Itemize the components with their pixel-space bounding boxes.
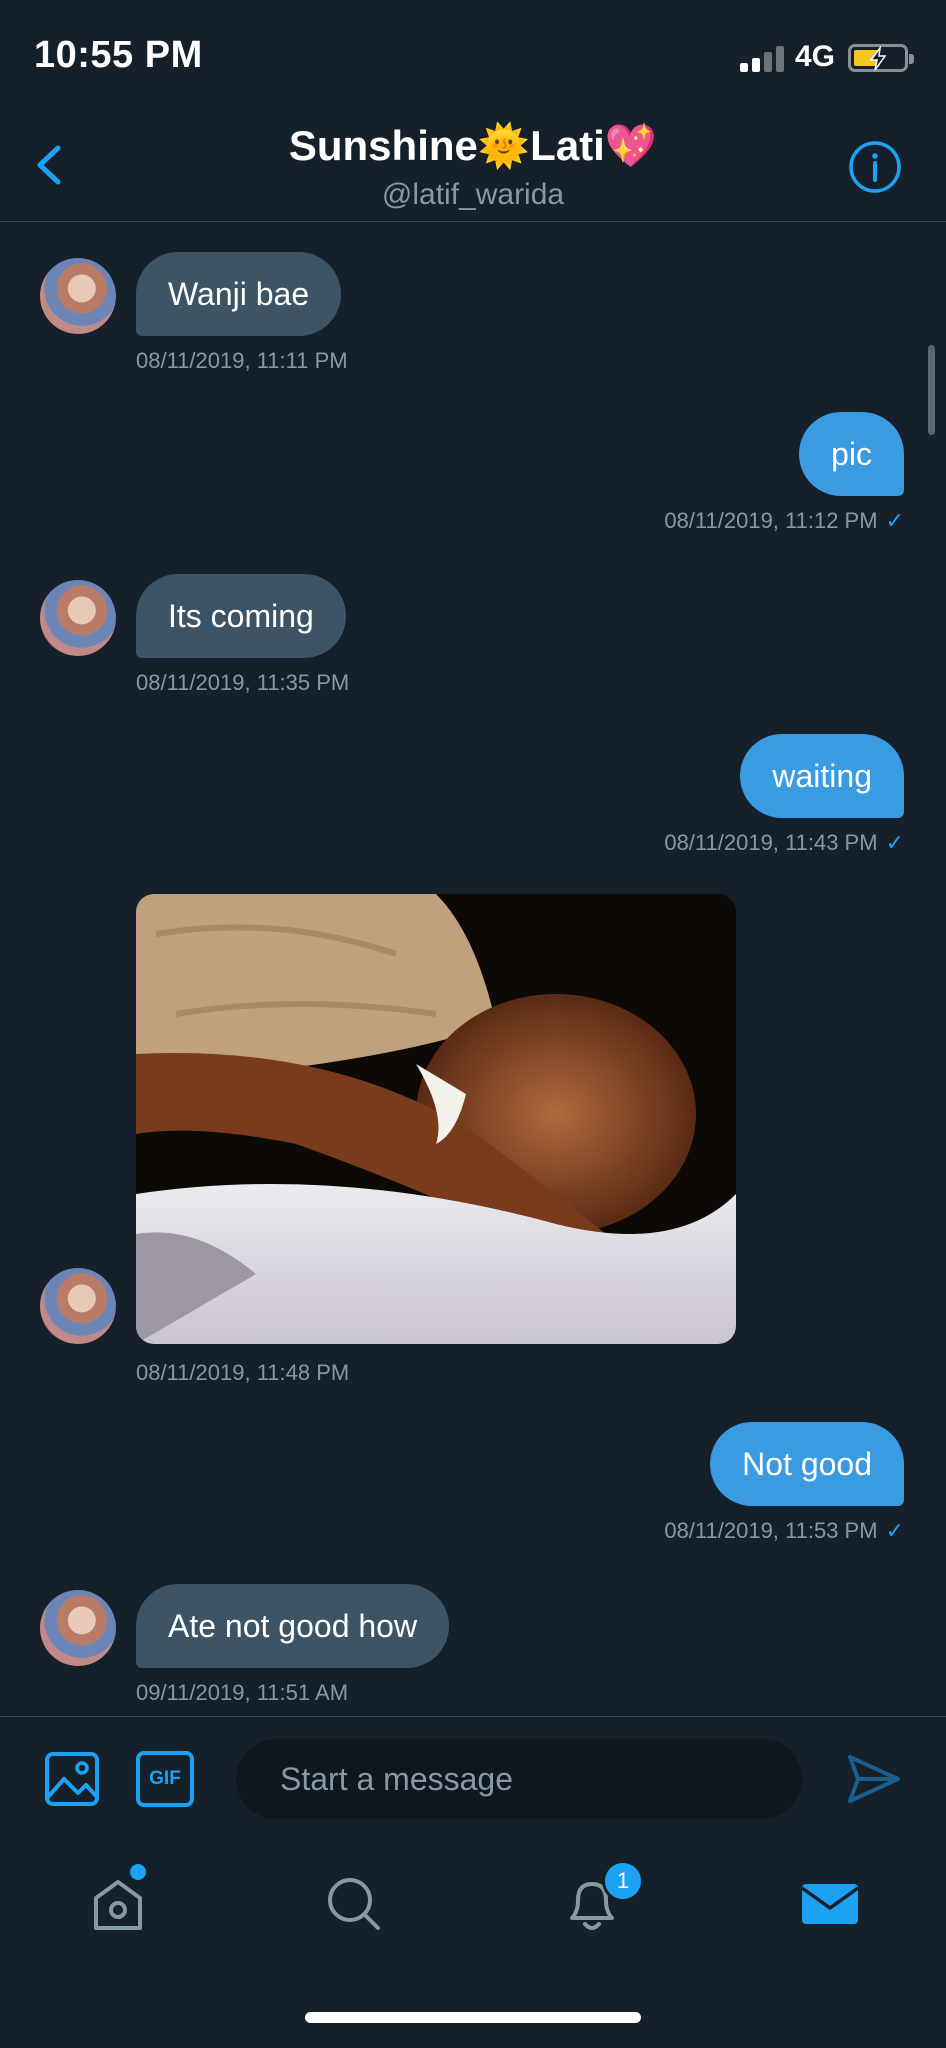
timestamp-text: 08/11/2019, 11:53 PM	[664, 1518, 878, 1543]
message-timestamp: 08/11/2019, 11:43 PM ✓	[664, 830, 904, 856]
message-timestamp: 08/11/2019, 11:48 PM	[136, 1360, 350, 1385]
gif-icon[interactable]: GIF	[136, 1751, 194, 1807]
timestamp-text: 08/11/2019, 11:43 PM	[664, 830, 878, 855]
avatar[interactable]	[40, 1590, 116, 1666]
avatar[interactable]	[40, 1268, 116, 1344]
avatar[interactable]	[40, 258, 116, 334]
home-indicator[interactable]	[305, 2012, 641, 2023]
send-icon[interactable]	[846, 1751, 902, 1807]
message-timestamp: 08/11/2019, 11:53 PM ✓	[664, 1518, 904, 1544]
notifications-badge: 1	[602, 1860, 644, 1902]
read-check-icon: ✓	[885, 830, 904, 855]
message-timestamp: 08/11/2019, 11:35 PM	[136, 670, 350, 695]
read-check-icon: ✓	[885, 508, 904, 533]
search-icon[interactable]	[324, 1874, 384, 1934]
status-bar: 10:55 PM 4G	[0, 0, 946, 110]
message-timestamp: 09/11/2019, 11:51 AM	[136, 1680, 349, 1705]
message-bubble-incoming[interactable]: Ate not good how	[136, 1584, 450, 1668]
battery-icon	[848, 44, 914, 72]
contact-handle: @latif_warida	[381, 178, 565, 211]
home-icon[interactable]	[88, 1874, 148, 1934]
message-bubble-outgoing[interactable]: Not good	[710, 1422, 904, 1506]
message-bubble-outgoing[interactable]: waiting	[740, 734, 904, 818]
message-photo[interactable]	[136, 894, 736, 1344]
status-time: 10:55 PM	[34, 34, 203, 76]
message-timestamp: 08/11/2019, 11:11 PM	[136, 348, 348, 373]
info-icon[interactable]	[848, 140, 902, 194]
message-bubble-outgoing[interactable]: pic	[799, 412, 904, 496]
message-composer: GIF	[0, 1716, 946, 1846]
signal-icon	[740, 44, 784, 72]
message-input[interactable]	[236, 1739, 802, 1819]
timestamp-text: 08/11/2019, 11:12 PM	[664, 508, 878, 533]
network-type: 4G	[795, 40, 836, 73]
read-check-icon: ✓	[885, 1518, 904, 1543]
conversation-header: Sunshine🌞Lati💖 @latif_warida	[0, 110, 946, 222]
scroll-indicator[interactable]	[928, 345, 935, 435]
mail-icon[interactable]	[800, 1874, 860, 1934]
message-timestamp: 08/11/2019, 11:12 PM ✓	[664, 508, 904, 534]
image-icon[interactable]	[44, 1751, 100, 1807]
message-bubble-incoming[interactable]: Its coming	[136, 574, 346, 658]
avatar[interactable]	[40, 580, 116, 656]
home-unread-dot	[130, 1864, 146, 1880]
message-bubble-incoming[interactable]: Wanji bae	[136, 252, 342, 336]
contact-name[interactable]: Sunshine🌞Lati💖	[0, 122, 946, 171]
